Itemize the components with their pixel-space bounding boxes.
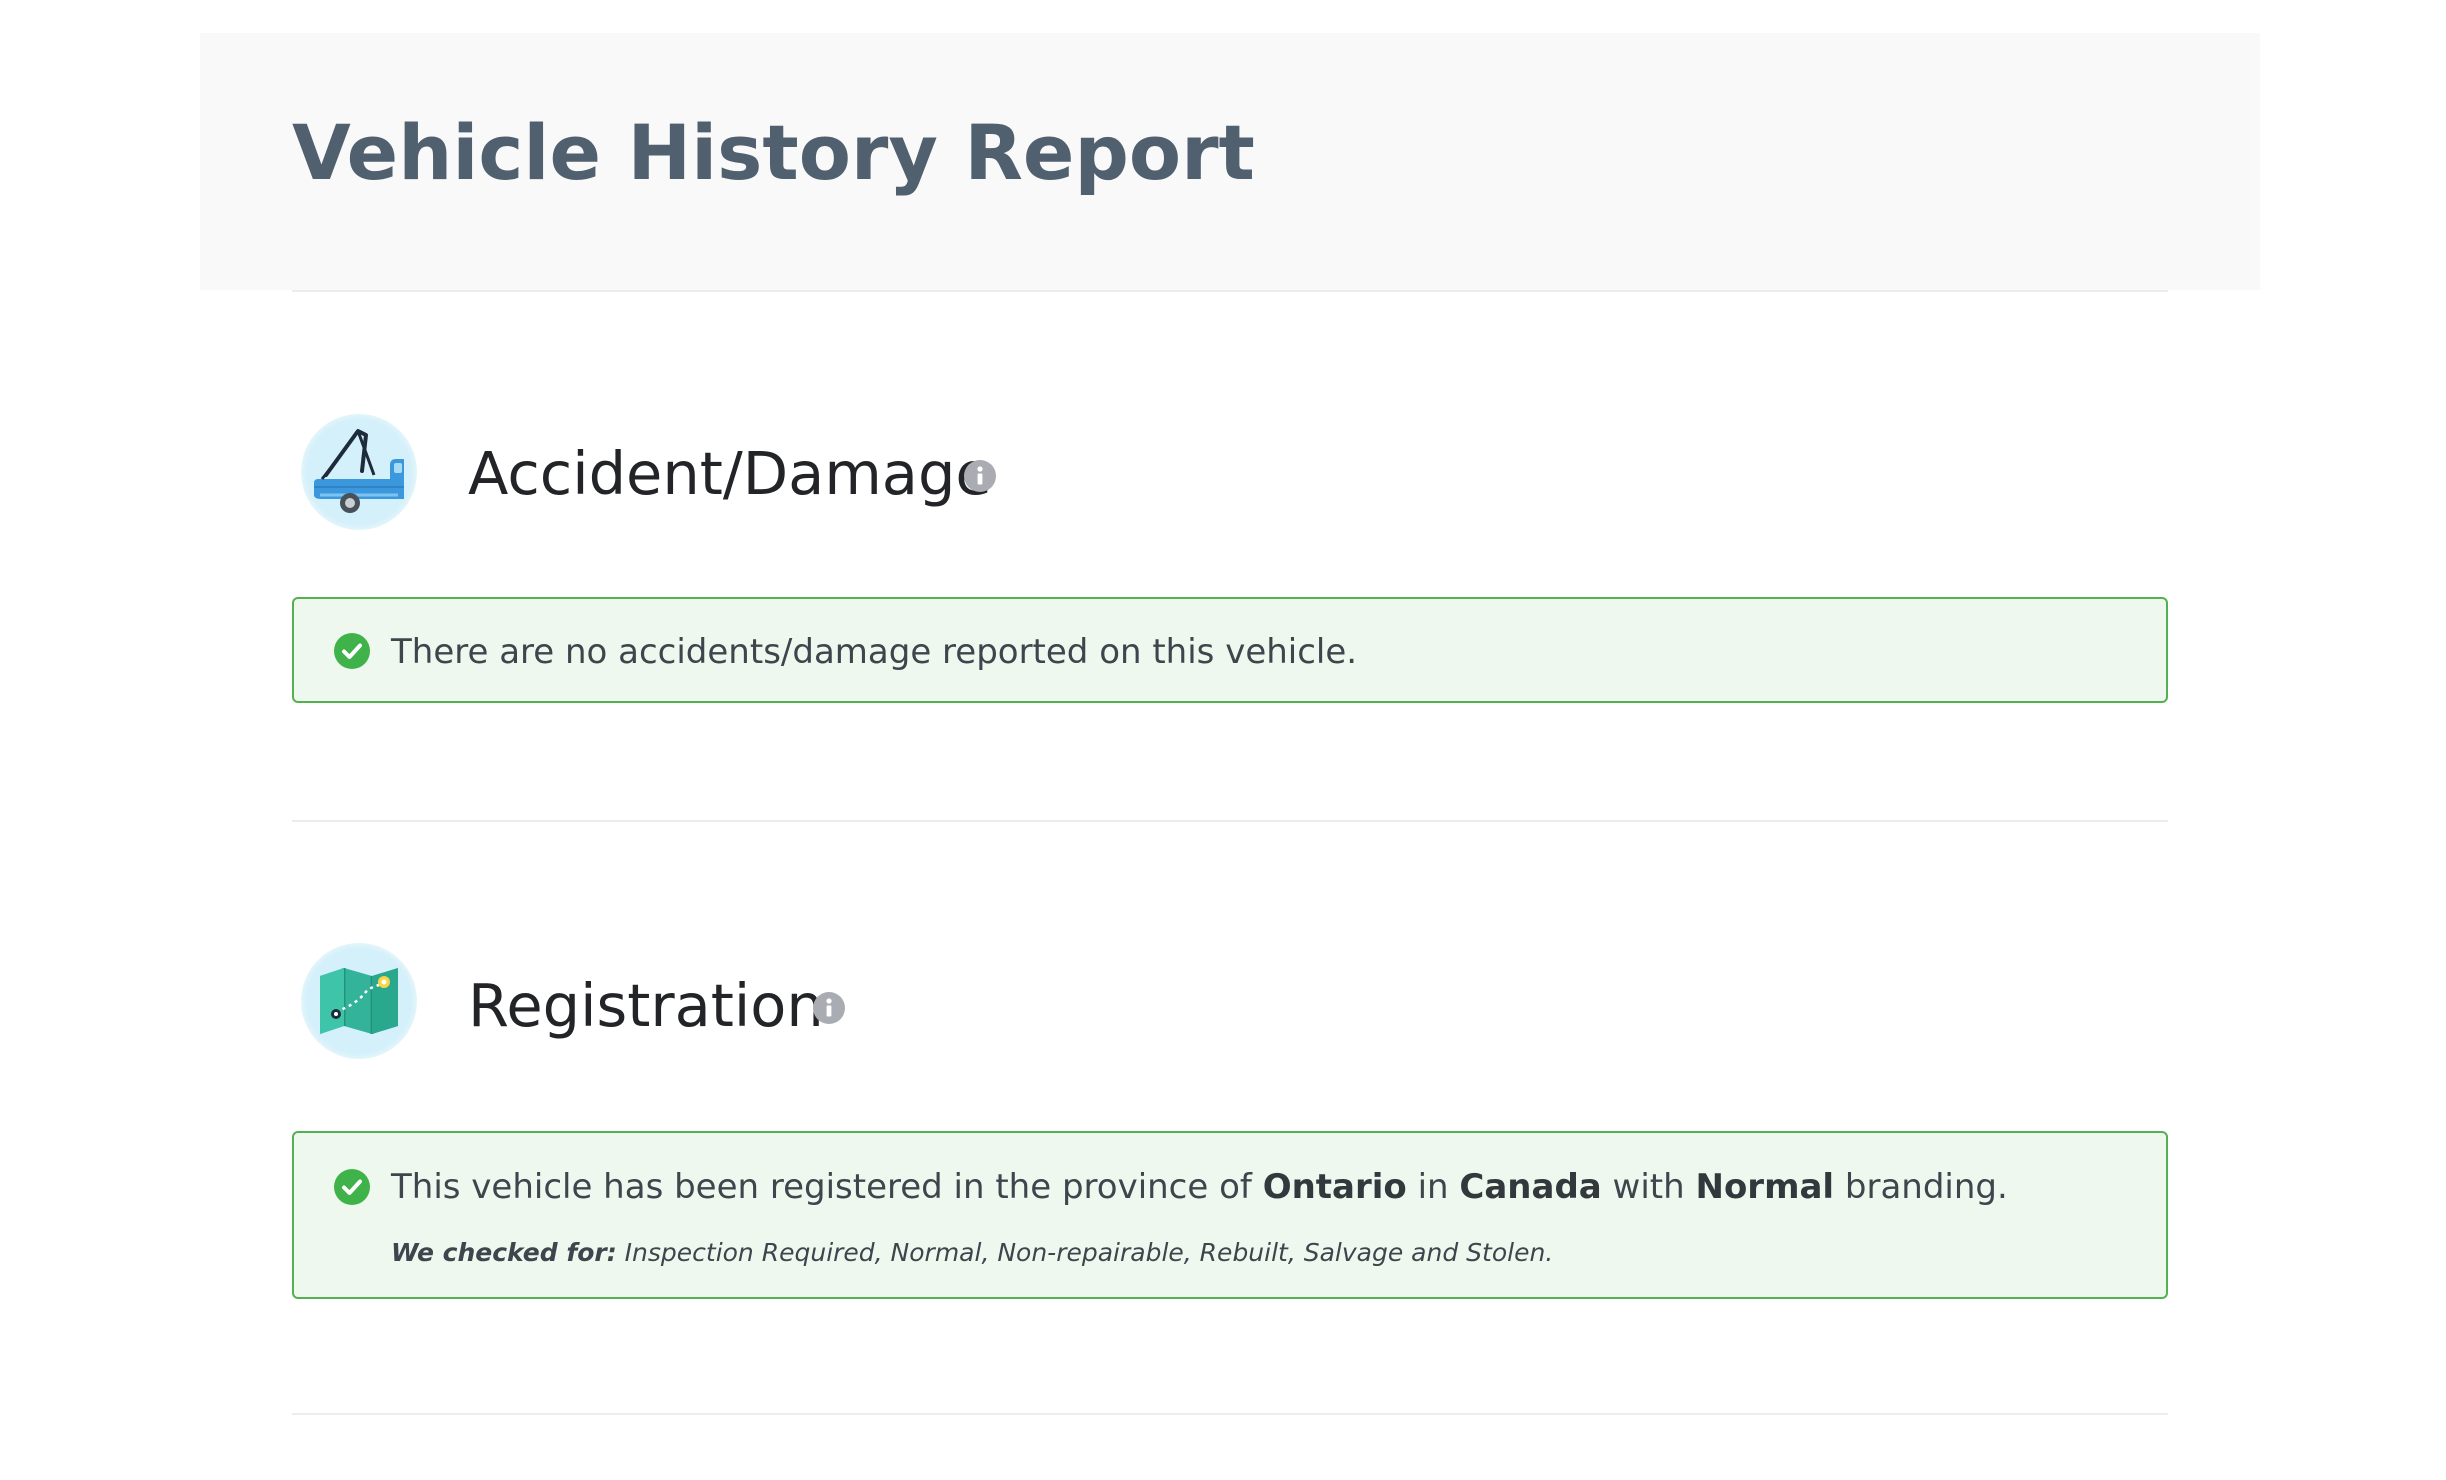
info-icon[interactable] — [964, 460, 996, 492]
message-text: with — [1601, 1167, 1696, 1207]
success-alert: This vehicle has been registered in the … — [292, 1131, 2168, 1299]
divider — [292, 1413, 2168, 1415]
checked-for-label: We checked for: — [391, 1238, 617, 1267]
section-title: Accident/Damage — [468, 439, 992, 508]
section-title: Registration — [468, 971, 824, 1040]
country-value: Canada — [1459, 1167, 1602, 1207]
checked-for-values: Inspection Required, Normal, Non-repaira… — [616, 1238, 1554, 1267]
message-text: branding. — [1834, 1167, 2008, 1207]
alert-message: There are no accidents/damage reported o… — [391, 632, 1358, 672]
branding-value: Normal — [1695, 1167, 1835, 1207]
tow-truck-icon — [301, 414, 417, 530]
info-icon[interactable] — [813, 992, 845, 1024]
check-circle-icon — [334, 1169, 370, 1205]
vehicle-history-page: Vehicle History Report Accident/Damage T… — [0, 0, 2446, 1480]
message-text: This vehicle has been registered in the … — [391, 1167, 1263, 1207]
alert-message: This vehicle has been registered in the … — [391, 1170, 2008, 1204]
map-icon — [301, 943, 417, 1059]
page-title: Vehicle History Report — [292, 108, 1255, 197]
province-value: Ontario — [1262, 1167, 1407, 1207]
message-text: in — [1406, 1167, 1460, 1207]
divider — [292, 820, 2168, 822]
success-alert: There are no accidents/damage reported o… — [292, 597, 2168, 703]
checked-for-note: We checked for: Inspection Required, Nor… — [391, 1240, 1553, 1265]
report-header: Vehicle History Report — [200, 33, 2260, 290]
check-circle-icon — [334, 633, 370, 669]
divider — [292, 290, 2168, 292]
